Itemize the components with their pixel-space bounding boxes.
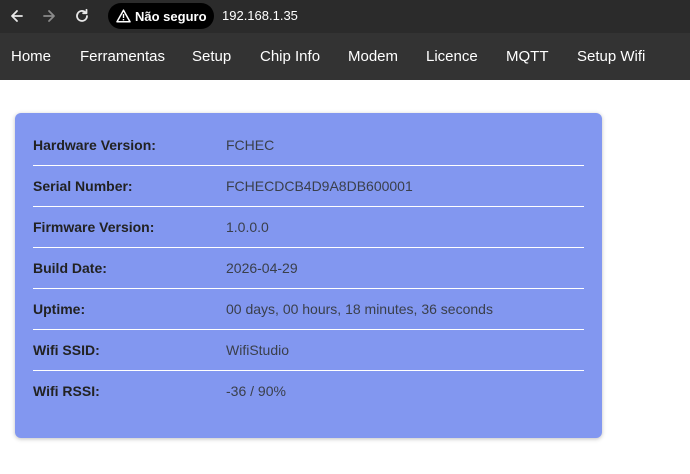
- info-row-uptime: Uptime: 00 days, 00 hours, 18 minutes, 3…: [33, 289, 584, 330]
- info-value: FCHEC: [226, 137, 275, 153]
- info-value: 1.0.0.0: [226, 219, 269, 235]
- nav-item-mqtt[interactable]: MQTT: [506, 33, 549, 80]
- nav-item-ferramentas[interactable]: Ferramentas: [80, 33, 165, 80]
- nav-item-chip-info[interactable]: Chip Info: [260, 33, 320, 80]
- nav-item-licence[interactable]: Licence: [426, 33, 478, 80]
- info-row-firmware-version: Firmware Version: 1.0.0.0: [33, 207, 584, 248]
- browser-toolbar: Não seguro 192.168.1.35: [0, 0, 690, 33]
- nav-item-modem[interactable]: Modem: [348, 33, 398, 80]
- back-button[interactable]: [7, 6, 27, 26]
- info-value: 00 days, 00 hours, 18 minutes, 36 second…: [226, 301, 493, 317]
- info-label: Uptime:: [33, 301, 86, 317]
- info-row-wifi-ssid: Wifi SSID: WifiStudio: [33, 330, 584, 371]
- info-value: -36 / 90%: [226, 383, 286, 399]
- info-row-hardware-version: Hardware Version: FCHEC: [33, 125, 584, 166]
- info-label: Wifi RSSI:: [33, 383, 100, 399]
- reload-button[interactable]: [72, 6, 92, 26]
- forward-button[interactable]: [39, 6, 59, 26]
- info-label: Firmware Version:: [33, 219, 155, 235]
- info-label: Wifi SSID:: [33, 342, 100, 358]
- info-row-wifi-rssi: Wifi RSSI: -36 / 90%: [33, 371, 584, 412]
- info-value: 2026-04-29: [226, 260, 298, 276]
- warning-icon: [116, 9, 131, 23]
- info-label: Build Date:: [33, 260, 107, 276]
- site-nav-bar: Home Ferramentas Setup Chip Info Modem L…: [0, 33, 690, 80]
- arrow-right-icon: [43, 10, 55, 22]
- nav-item-home[interactable]: Home: [11, 33, 51, 80]
- info-row-serial-number: Serial Number: FCHECDCB4D9A8DB600001: [33, 166, 584, 207]
- nav-item-setup[interactable]: Setup: [192, 33, 231, 80]
- info-value: WifiStudio: [226, 342, 290, 358]
- info-row-build-date: Build Date: 2026-04-29: [33, 248, 584, 289]
- reload-icon: [76, 8, 88, 22]
- info-label: Hardware Version:: [33, 137, 156, 153]
- device-info-card: Hardware Version: FCHEC Serial Number: F…: [15, 113, 602, 438]
- address-bar[interactable]: 192.168.1.35: [222, 8, 298, 23]
- info-label: Serial Number:: [33, 178, 133, 194]
- arrow-left-icon: [11, 10, 23, 22]
- security-indicator[interactable]: Não seguro: [108, 3, 214, 29]
- info-value: FCHECDCB4D9A8DB600001: [226, 178, 413, 194]
- security-label: Não seguro: [135, 8, 207, 24]
- nav-item-setup-wifi[interactable]: Setup Wifi: [577, 33, 645, 80]
